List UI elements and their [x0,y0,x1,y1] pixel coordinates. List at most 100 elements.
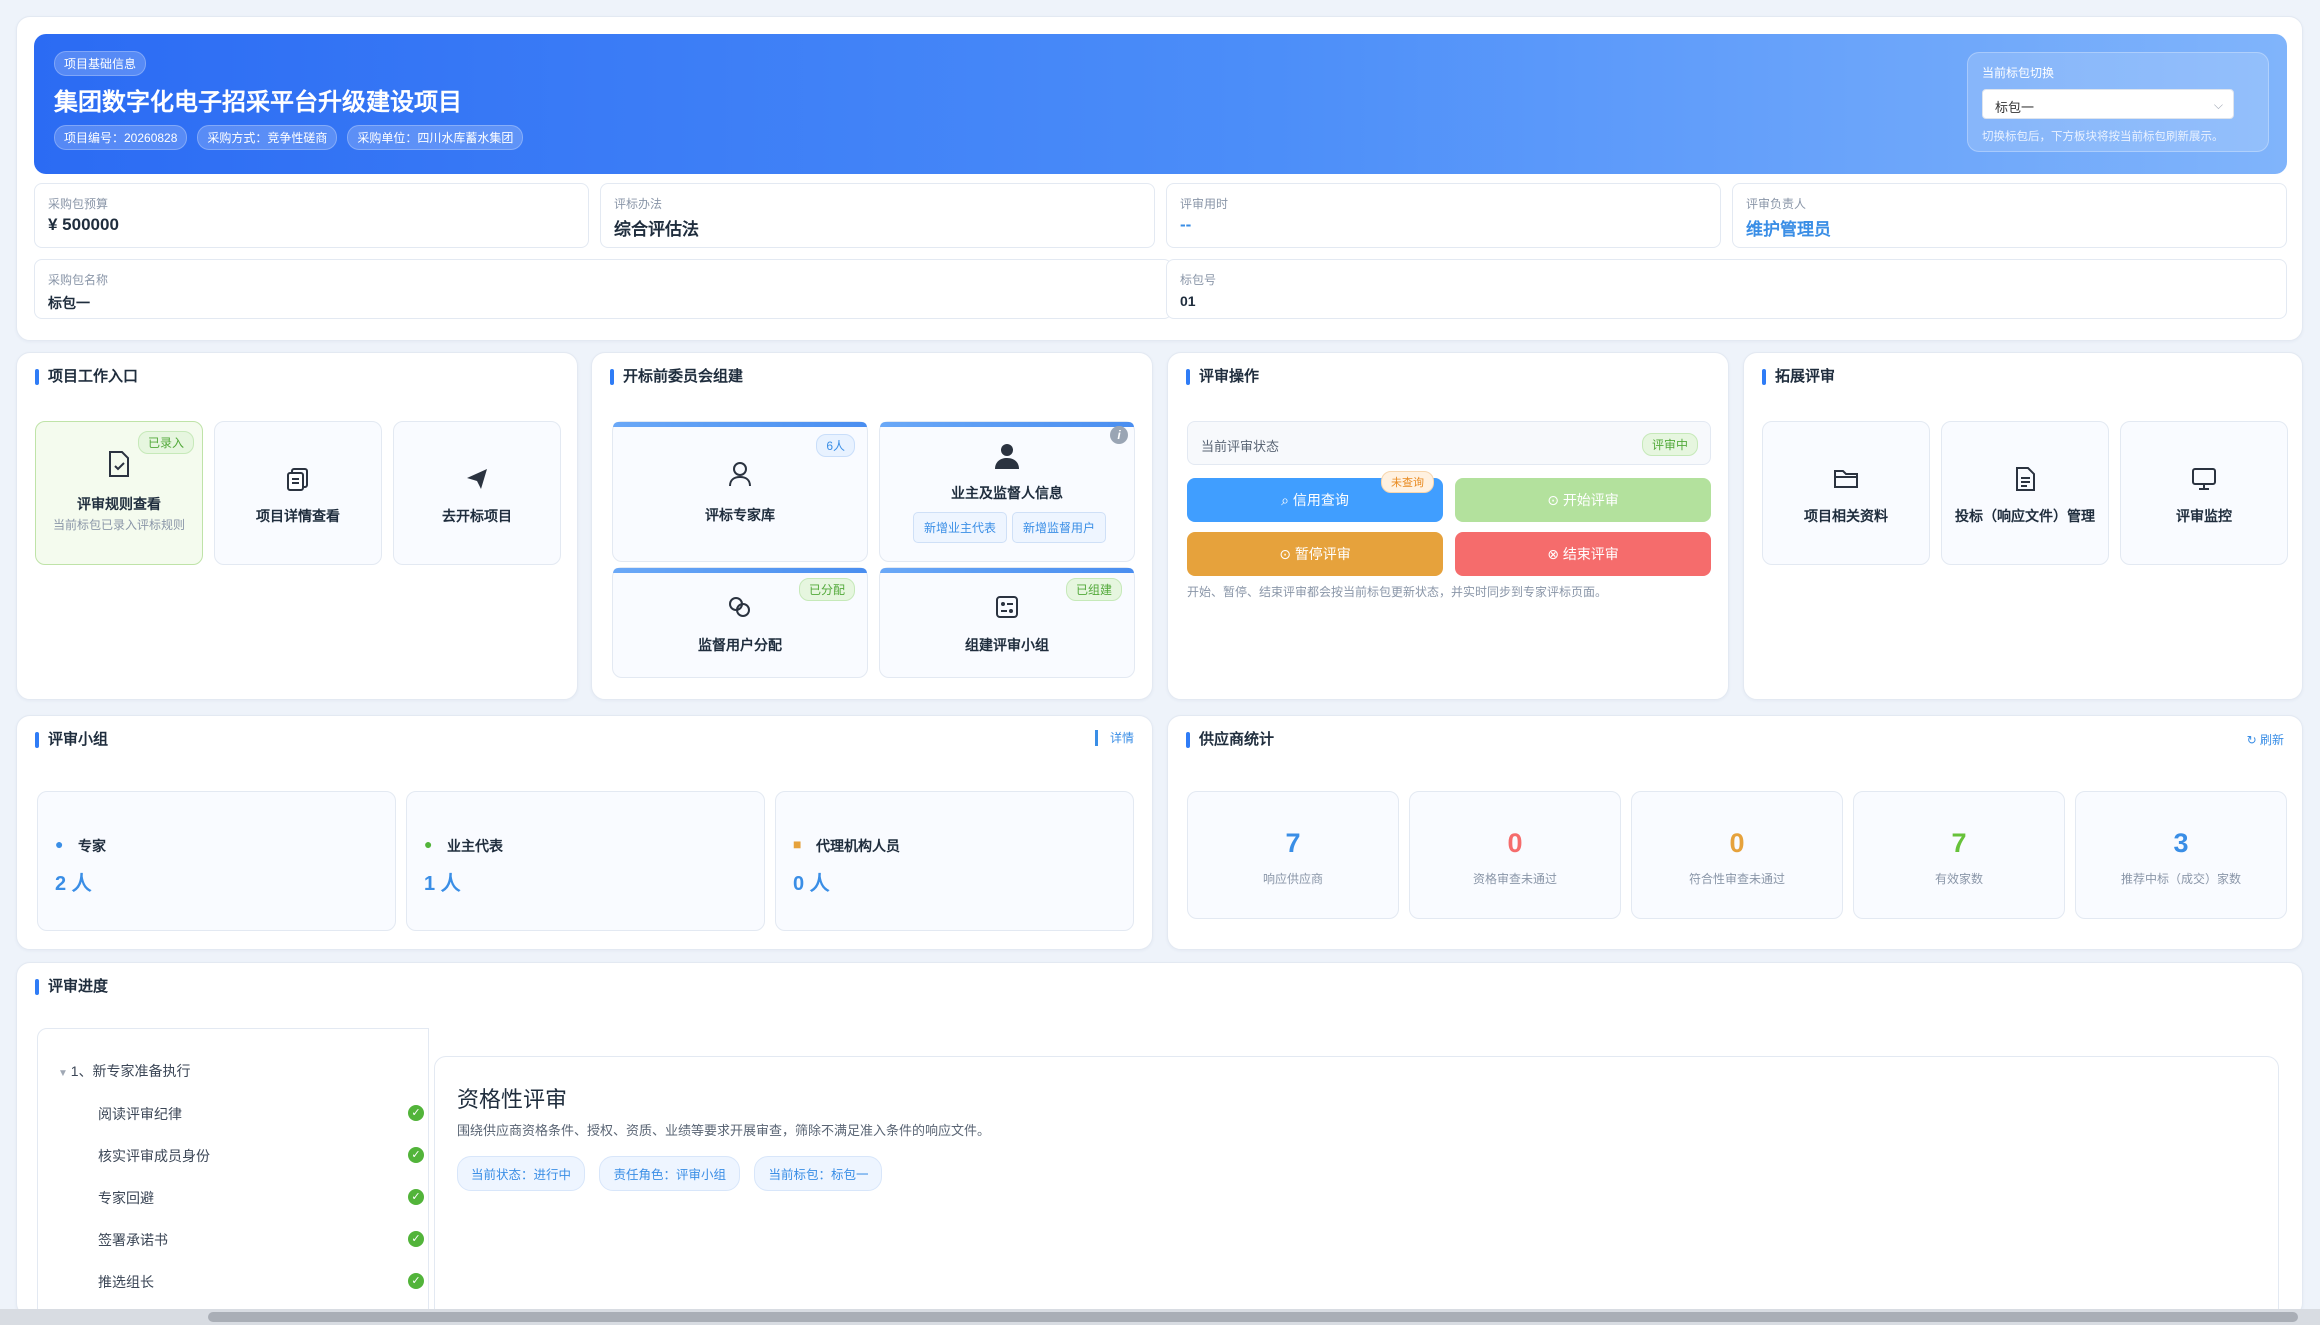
review-time-label: 评审用时 [1180,197,1229,211]
leader-value: 维护管理员 [1746,220,1831,239]
package-no-box: 标包号 01 [1166,259,2287,319]
bid-files-card[interactable]: 投标（响应文件）管理 [1941,421,2109,565]
review-time-value: -- [1180,215,1192,234]
review-monitor-card[interactable]: 评审监控 [2120,421,2288,565]
project-materials-card[interactable]: 项目相关资料 [1762,421,1930,565]
package-pill: 当前标包：标包一 [754,1156,883,1191]
operations-panel: 评审操作 当前评审状态 评审中 ⌕ 信用查询 未查询 ⊙ 开始评审 ⊙ 暂停评审… [1167,352,1729,700]
supplier-stat-card: 7 有效家数 [1853,791,2065,919]
file-text-icon [1942,466,2108,499]
review-group-panel: 评审小组 详情 ● 专家 2 人 ● 业主代表 1 人 ■ 代理机构人员 0 人 [16,715,1153,950]
start-review-button[interactable]: ⊙ 开始评审 [1455,478,1711,522]
package-name-value: 标包一 [48,295,90,311]
stat-value: 0 [1729,828,1745,858]
monitor-icon [2121,466,2287,499]
end-review-button[interactable]: ⊗ 结束评审 [1455,532,1711,576]
chevron-down-icon: ⌵ [2213,98,2223,112]
supervisor-assign-card[interactable]: 已分配 监督用户分配 [612,567,868,678]
tree-group-label: 1、新专家准备执行 [70,1063,191,1079]
package-select[interactable]: 标包一 ⌵ [1982,89,2234,119]
pause-review-label: 暂停评审 [1294,546,1351,562]
user-icon [613,460,867,495]
copy-document-icon [215,466,381,499]
bid-files-label: 投标（响应文件）管理 [1955,508,2095,524]
method-box: 评标办法 综合评估法 [600,183,1155,248]
supervisor-assign-label: 监督用户分配 [698,637,782,653]
owner-rep-count-label: 业主代表 [447,838,503,854]
method-value: 综合评估法 [614,220,699,239]
refresh-icon: ↻ [2246,733,2260,747]
progress-step[interactable]: 推选组长 [98,1272,154,1292]
package-name-label: 采购包名称 [48,273,109,287]
person-filled-icon [880,442,1134,477]
progress-step[interactable]: 专家回避 [98,1188,154,1208]
stat-label: 资格审查未通过 [1472,872,1557,886]
credit-query-label: 信用查询 [1292,492,1349,508]
project-meta-chips: 项目编号：20260828 采购方式：竞争性磋商 采购单位：四川水库蓄水集团 [54,125,524,150]
supplier-stat-card: 3 推荐中标（成交）家数 [2075,791,2287,919]
expert-count-value: 2 人 [55,873,92,895]
document-check-icon [36,450,202,485]
build-group-label: 组建评审小组 [965,637,1049,653]
card-accent-bar [613,568,867,573]
check-circle-icon: ✓ [408,1231,424,1247]
refresh-label: 刷新 [2259,733,2284,747]
project-detail-label: 项目详情查看 [256,508,340,524]
stat-label: 响应供应商 [1262,872,1323,886]
pause-review-button[interactable]: ⊙ 暂停评审 [1187,532,1443,576]
expert-count-label: 专家 [78,838,106,854]
refresh-button[interactable]: ↻ 刷新 [2247,731,2284,748]
project-title: 集团数字化电子招采平台升级建设项目 [54,89,462,116]
committee-panel: 开标前委员会组建 6人 评标专家库 i 业主及监督人信息 新增业主代表 新增监督… [591,352,1153,700]
package-no-label: 标包号 [1180,273,1217,287]
purchase-method-chip: 采购方式：竞争性磋商 [197,125,338,150]
work-entry-panel: 项目工作入口 已录入 评审规则查看 当前标包已录入评标规则 项目详情查看 去开标… [16,352,578,700]
owner-rep-count-card: ● 业主代表 1 人 [406,791,765,931]
stage-title: 资格性评审 [457,1087,568,1112]
add-owner-rep-button[interactable]: 新增业主代表 [913,512,1008,543]
horizontal-scrollbar[interactable] [0,1309,2320,1325]
scrollbar-thumb[interactable] [208,1312,2298,1322]
expert-count-badge: 6人 [816,434,855,457]
build-group-card[interactable]: 已组建 组建评审小组 [879,567,1135,678]
expert-library-label: 评标专家库 [705,507,775,523]
check-circle-icon: ✓ [408,1189,424,1205]
package-switch-hint: 切换标包后，下方板块将按当前标包刷新展示。 [1982,131,2224,143]
add-supervisor-button[interactable]: 新增监督用户 [1012,512,1107,543]
expert-count-card: ● 专家 2 人 [37,791,396,931]
package-no-value: 01 [1180,293,1196,309]
supplier-stats-title: 供应商统计 [1186,729,1274,751]
stat-label: 有效家数 [1934,872,1983,886]
project-detail-card[interactable]: 项目详情查看 [214,421,382,565]
package-switch-box: 当前标包切换 标包一 ⌵ 切换标包后，下方板块将按当前标包刷新展示。 [1967,52,2269,152]
budget-box: 采购包预算 ¥ 500000 [34,183,589,248]
leader-box: 评审负责人 维护管理员 [1732,183,2287,248]
stat-value: 3 [2173,828,2189,858]
review-status-label: 当前评审状态 [1201,439,1280,454]
progress-step[interactable]: 阅读评审纪律 [98,1104,182,1124]
stat-value: 0 [1507,828,1523,858]
leader-label: 评审负责人 [1746,197,1807,211]
review-rules-card[interactable]: 已录入 评审规则查看 当前标包已录入评标规则 [35,421,203,565]
review-status-badge: 评审中 [1641,433,1698,456]
go-opening-card[interactable]: 去开标项目 [393,421,561,565]
tree-group[interactable]: ▼ 1、新专家准备执行 [58,1061,190,1081]
expert-library-card[interactable]: 6人 评标专家库 [612,421,868,562]
owner-info-card[interactable]: i 业主及监督人信息 新增业主代表 新增监督用户 [879,421,1135,562]
status-pill: 当前状态：进行中 [457,1156,586,1191]
search-icon: ⌕ [1281,492,1293,508]
review-group-detail-link[interactable]: 详情 [1094,730,1134,746]
caret-down-icon: ▼ [58,1068,71,1079]
project-materials-label: 项目相关资料 [1804,508,1888,524]
stat-label: 推荐中标（成交）家数 [2120,872,2241,886]
progress-step[interactable]: 签署承诺书 [98,1230,168,1250]
detail-label: 详情 [1109,731,1134,745]
purchase-unit-chip: 采购单位：四川水库蓄水集团 [347,125,524,150]
progress-title: 评审进度 [35,976,108,998]
method-label: 评标办法 [614,197,663,211]
project-info-panel: 项目基础信息 集团数字化电子招采平台升级建设项目 项目编号：20260828 采… [16,16,2303,341]
owner-rep-person-icon: ● [424,836,433,852]
progress-step[interactable]: 核实评审成员身份 [98,1146,210,1166]
pause-circle-icon: ⊙ [1279,546,1295,562]
settings-panel-icon [880,594,1134,627]
